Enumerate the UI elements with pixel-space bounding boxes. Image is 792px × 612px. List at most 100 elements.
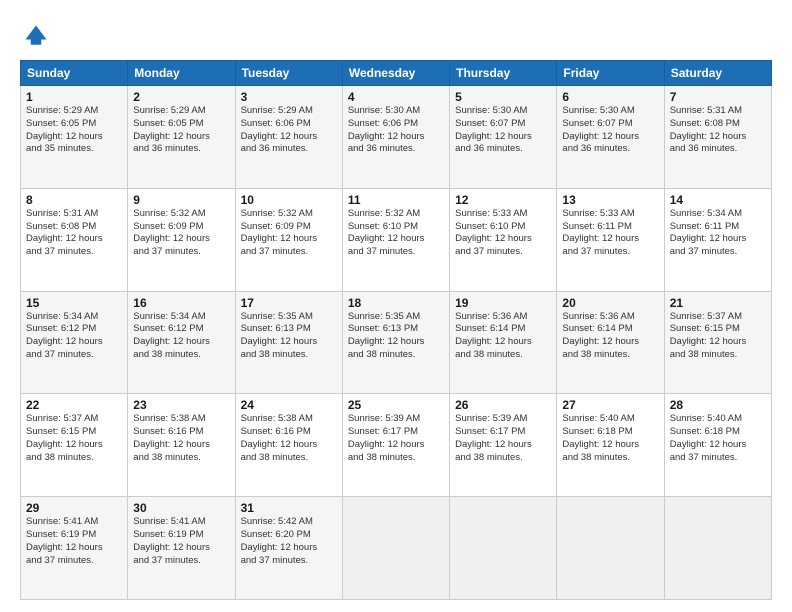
day-number: 19 [455, 296, 551, 310]
calendar-cell: 1Sunrise: 5:29 AM Sunset: 6:05 PM Daylig… [21, 86, 128, 189]
day-number: 6 [562, 90, 658, 104]
day-number: 23 [133, 398, 229, 412]
calendar-cell: 12Sunrise: 5:33 AM Sunset: 6:10 PM Dayli… [450, 188, 557, 291]
calendar-cell: 21Sunrise: 5:37 AM Sunset: 6:15 PM Dayli… [664, 291, 771, 394]
day-info: Sunrise: 5:31 AM Sunset: 6:08 PM Dayligh… [26, 208, 122, 259]
calendar-cell: 25Sunrise: 5:39 AM Sunset: 6:17 PM Dayli… [342, 394, 449, 497]
calendar-cell: 2Sunrise: 5:29 AM Sunset: 6:05 PM Daylig… [128, 86, 235, 189]
calendar-week-row: 15Sunrise: 5:34 AM Sunset: 6:12 PM Dayli… [21, 291, 772, 394]
day-info: Sunrise: 5:37 AM Sunset: 6:15 PM Dayligh… [26, 413, 122, 464]
calendar-cell: 24Sunrise: 5:38 AM Sunset: 6:16 PM Dayli… [235, 394, 342, 497]
calendar-cell: 18Sunrise: 5:35 AM Sunset: 6:13 PM Dayli… [342, 291, 449, 394]
calendar-cell: 8Sunrise: 5:31 AM Sunset: 6:08 PM Daylig… [21, 188, 128, 291]
day-number: 7 [670, 90, 766, 104]
calendar-cell: 4Sunrise: 5:30 AM Sunset: 6:06 PM Daylig… [342, 86, 449, 189]
weekday-header: Monday [128, 61, 235, 86]
day-info: Sunrise: 5:33 AM Sunset: 6:10 PM Dayligh… [455, 208, 551, 259]
day-info: Sunrise: 5:41 AM Sunset: 6:19 PM Dayligh… [26, 516, 122, 567]
day-number: 3 [241, 90, 337, 104]
day-info: Sunrise: 5:29 AM Sunset: 6:06 PM Dayligh… [241, 105, 337, 156]
day-info: Sunrise: 5:40 AM Sunset: 6:18 PM Dayligh… [562, 413, 658, 464]
day-number: 30 [133, 501, 229, 515]
day-info: Sunrise: 5:38 AM Sunset: 6:16 PM Dayligh… [241, 413, 337, 464]
day-number: 9 [133, 193, 229, 207]
day-info: Sunrise: 5:36 AM Sunset: 6:14 PM Dayligh… [455, 311, 551, 362]
day-info: Sunrise: 5:34 AM Sunset: 6:12 PM Dayligh… [26, 311, 122, 362]
day-info: Sunrise: 5:42 AM Sunset: 6:20 PM Dayligh… [241, 516, 337, 567]
calendar-cell: 14Sunrise: 5:34 AM Sunset: 6:11 PM Dayli… [664, 188, 771, 291]
day-number: 26 [455, 398, 551, 412]
day-info: Sunrise: 5:36 AM Sunset: 6:14 PM Dayligh… [562, 311, 658, 362]
day-info: Sunrise: 5:38 AM Sunset: 6:16 PM Dayligh… [133, 413, 229, 464]
calendar-cell: 5Sunrise: 5:30 AM Sunset: 6:07 PM Daylig… [450, 86, 557, 189]
logo-icon [22, 22, 50, 50]
calendar-cell: 10Sunrise: 5:32 AM Sunset: 6:09 PM Dayli… [235, 188, 342, 291]
day-number: 18 [348, 296, 444, 310]
day-number: 12 [455, 193, 551, 207]
calendar-cell [450, 497, 557, 600]
day-info: Sunrise: 5:35 AM Sunset: 6:13 PM Dayligh… [241, 311, 337, 362]
day-info: Sunrise: 5:40 AM Sunset: 6:18 PM Dayligh… [670, 413, 766, 464]
weekday-header-row: SundayMondayTuesdayWednesdayThursdayFrid… [21, 61, 772, 86]
calendar-cell [557, 497, 664, 600]
day-info: Sunrise: 5:39 AM Sunset: 6:17 PM Dayligh… [348, 413, 444, 464]
calendar-week-row: 29Sunrise: 5:41 AM Sunset: 6:19 PM Dayli… [21, 497, 772, 600]
day-info: Sunrise: 5:29 AM Sunset: 6:05 PM Dayligh… [133, 105, 229, 156]
calendar-page: SundayMondayTuesdayWednesdayThursdayFrid… [0, 0, 792, 612]
calendar-cell [342, 497, 449, 600]
calendar-week-row: 1Sunrise: 5:29 AM Sunset: 6:05 PM Daylig… [21, 86, 772, 189]
day-number: 22 [26, 398, 122, 412]
calendar-cell: 22Sunrise: 5:37 AM Sunset: 6:15 PM Dayli… [21, 394, 128, 497]
day-number: 10 [241, 193, 337, 207]
calendar-cell: 27Sunrise: 5:40 AM Sunset: 6:18 PM Dayli… [557, 394, 664, 497]
day-info: Sunrise: 5:41 AM Sunset: 6:19 PM Dayligh… [133, 516, 229, 567]
day-number: 17 [241, 296, 337, 310]
calendar-cell: 9Sunrise: 5:32 AM Sunset: 6:09 PM Daylig… [128, 188, 235, 291]
weekday-header: Sunday [21, 61, 128, 86]
calendar-cell: 11Sunrise: 5:32 AM Sunset: 6:10 PM Dayli… [342, 188, 449, 291]
day-number: 1 [26, 90, 122, 104]
day-number: 5 [455, 90, 551, 104]
day-info: Sunrise: 5:32 AM Sunset: 6:09 PM Dayligh… [133, 208, 229, 259]
day-info: Sunrise: 5:37 AM Sunset: 6:15 PM Dayligh… [670, 311, 766, 362]
day-number: 11 [348, 193, 444, 207]
calendar-cell: 23Sunrise: 5:38 AM Sunset: 6:16 PM Dayli… [128, 394, 235, 497]
calendar-table: SundayMondayTuesdayWednesdayThursdayFrid… [20, 60, 772, 600]
calendar-cell: 31Sunrise: 5:42 AM Sunset: 6:20 PM Dayli… [235, 497, 342, 600]
calendar-cell: 3Sunrise: 5:29 AM Sunset: 6:06 PM Daylig… [235, 86, 342, 189]
day-number: 13 [562, 193, 658, 207]
day-info: Sunrise: 5:32 AM Sunset: 6:10 PM Dayligh… [348, 208, 444, 259]
day-number: 4 [348, 90, 444, 104]
day-info: Sunrise: 5:29 AM Sunset: 6:05 PM Dayligh… [26, 105, 122, 156]
weekday-header: Saturday [664, 61, 771, 86]
day-number: 31 [241, 501, 337, 515]
day-info: Sunrise: 5:30 AM Sunset: 6:07 PM Dayligh… [562, 105, 658, 156]
calendar-cell: 30Sunrise: 5:41 AM Sunset: 6:19 PM Dayli… [128, 497, 235, 600]
calendar-cell: 13Sunrise: 5:33 AM Sunset: 6:11 PM Dayli… [557, 188, 664, 291]
weekday-header: Wednesday [342, 61, 449, 86]
day-number: 16 [133, 296, 229, 310]
calendar-week-row: 8Sunrise: 5:31 AM Sunset: 6:08 PM Daylig… [21, 188, 772, 291]
day-info: Sunrise: 5:34 AM Sunset: 6:11 PM Dayligh… [670, 208, 766, 259]
calendar-week-row: 22Sunrise: 5:37 AM Sunset: 6:15 PM Dayli… [21, 394, 772, 497]
day-number: 29 [26, 501, 122, 515]
day-number: 25 [348, 398, 444, 412]
calendar-cell: 28Sunrise: 5:40 AM Sunset: 6:18 PM Dayli… [664, 394, 771, 497]
day-info: Sunrise: 5:39 AM Sunset: 6:17 PM Dayligh… [455, 413, 551, 464]
calendar-cell: 17Sunrise: 5:35 AM Sunset: 6:13 PM Dayli… [235, 291, 342, 394]
calendar-cell: 7Sunrise: 5:31 AM Sunset: 6:08 PM Daylig… [664, 86, 771, 189]
day-info: Sunrise: 5:30 AM Sunset: 6:07 PM Dayligh… [455, 105, 551, 156]
calendar-cell: 15Sunrise: 5:34 AM Sunset: 6:12 PM Dayli… [21, 291, 128, 394]
calendar-cell: 19Sunrise: 5:36 AM Sunset: 6:14 PM Dayli… [450, 291, 557, 394]
day-number: 8 [26, 193, 122, 207]
weekday-header: Thursday [450, 61, 557, 86]
calendar-cell: 16Sunrise: 5:34 AM Sunset: 6:12 PM Dayli… [128, 291, 235, 394]
calendar-cell: 29Sunrise: 5:41 AM Sunset: 6:19 PM Dayli… [21, 497, 128, 600]
day-number: 27 [562, 398, 658, 412]
day-number: 14 [670, 193, 766, 207]
day-number: 15 [26, 296, 122, 310]
day-info: Sunrise: 5:32 AM Sunset: 6:09 PM Dayligh… [241, 208, 337, 259]
calendar-cell: 20Sunrise: 5:36 AM Sunset: 6:14 PM Dayli… [557, 291, 664, 394]
day-info: Sunrise: 5:33 AM Sunset: 6:11 PM Dayligh… [562, 208, 658, 259]
calendar-cell: 26Sunrise: 5:39 AM Sunset: 6:17 PM Dayli… [450, 394, 557, 497]
